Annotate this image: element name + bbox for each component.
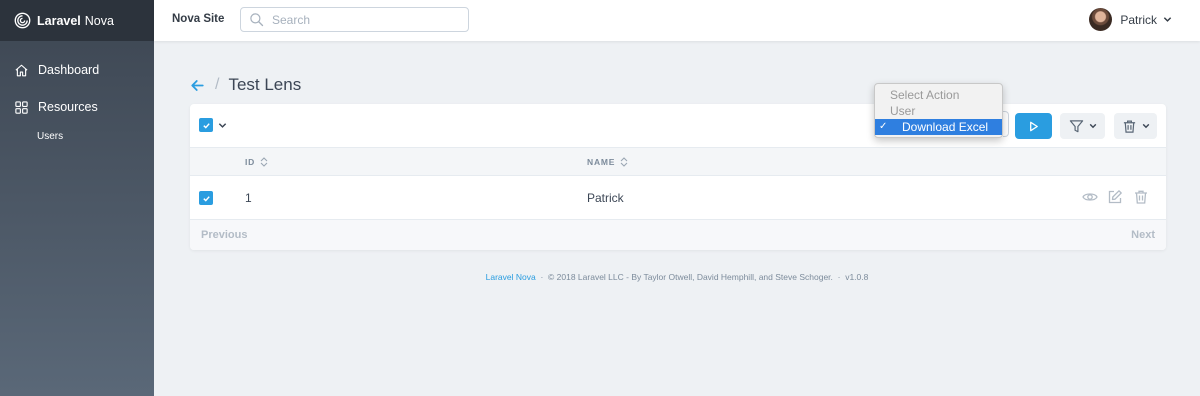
- chevron-down-icon: [1163, 17, 1172, 22]
- row-checkbox[interactable]: [199, 191, 213, 205]
- chevron-down-icon: [1089, 123, 1096, 129]
- action-select[interactable]: [1003, 111, 1009, 137]
- footer-dot: ·: [837, 272, 841, 282]
- play-icon: [1030, 121, 1038, 131]
- trash-icon: [1123, 120, 1135, 133]
- filter-icon: [1069, 119, 1083, 132]
- trash-icon[interactable]: [1133, 189, 1149, 205]
- user-menu[interactable]: Patrick: [1089, 8, 1172, 31]
- back-arrow-icon[interactable]: [190, 78, 205, 93]
- action-option-download-excel[interactable]: ✓ Download Excel: [875, 119, 1002, 135]
- footer-dot: ·: [540, 272, 544, 282]
- select-all-control[interactable]: [199, 118, 227, 132]
- cell-id[interactable]: 1: [245, 191, 252, 205]
- page-title: Test Lens: [228, 75, 302, 94]
- delete-menu-button[interactable]: [1114, 113, 1157, 139]
- search-input[interactable]: [272, 11, 462, 28]
- home-icon: [15, 64, 28, 76]
- chevron-down-icon: [1142, 123, 1149, 129]
- brand[interactable]: Laravel Nova: [0, 0, 154, 41]
- pagination: Previous Next: [190, 220, 1166, 250]
- sidebar-item-label: Dashboard: [38, 63, 100, 77]
- site-name[interactable]: Nova Site: [172, 13, 224, 25]
- breadcrumb-separator: /: [215, 76, 220, 93]
- global-search[interactable]: [240, 7, 469, 32]
- column-label: NAME: [587, 157, 616, 167]
- run-action-button[interactable]: [1015, 113, 1052, 139]
- previous-page-button[interactable]: Previous: [201, 229, 247, 241]
- checkmark-icon: ✓: [879, 121, 888, 132]
- table-header: ID NAME: [190, 147, 1166, 176]
- view-icon[interactable]: [1082, 189, 1098, 205]
- user-name: Patrick: [1120, 12, 1157, 27]
- top-header: Nova Site Patrick: [154, 0, 1200, 41]
- check-icon: [202, 195, 210, 202]
- footer-version: v1.0.8: [845, 272, 869, 282]
- check-icon: [202, 122, 210, 129]
- brand-name-bold: Laravel: [37, 13, 81, 28]
- resource-table-card: ID NAME 1 Patrick Previous Next: [190, 104, 1166, 250]
- avatar: [1089, 8, 1113, 31]
- sort-icon: [260, 157, 268, 167]
- select-all-checkbox[interactable]: [199, 118, 213, 132]
- filter-button[interactable]: [1060, 113, 1105, 139]
- column-label: ID: [245, 157, 256, 167]
- next-page-button[interactable]: Next: [1131, 229, 1155, 241]
- action-select-dropdown: Select Action User ✓ Download Excel: [874, 83, 1003, 138]
- nova-logo-icon: [14, 12, 31, 29]
- footer-nova-link[interactable]: Laravel Nova: [486, 272, 536, 282]
- search-icon: [250, 13, 264, 27]
- action-option-label: Download Excel: [902, 120, 989, 134]
- page-heading: / Test Lens: [190, 75, 301, 95]
- footer-copyright: © 2018 Laravel LLC - By Taylor Otwell, D…: [548, 272, 833, 282]
- brand-name-light: Nova: [84, 13, 114, 28]
- sidebar-item-dashboard[interactable]: Dashboard: [14, 60, 99, 80]
- cell-name: Patrick: [587, 191, 624, 205]
- table-row: 1 Patrick: [190, 176, 1166, 220]
- sidebar-item-resources[interactable]: Resources: [14, 97, 98, 117]
- sidebar-item-users[interactable]: Users: [37, 131, 63, 142]
- column-header-name[interactable]: NAME: [587, 157, 628, 167]
- sidebar-item-label: Resources: [38, 100, 98, 114]
- sidebar: Laravel Nova Dashboard Resources Users: [0, 0, 154, 396]
- footer: Laravel Nova · © 2018 Laravel LLC - By T…: [154, 272, 1200, 282]
- sort-icon: [620, 157, 628, 167]
- grid-icon: [15, 100, 28, 114]
- column-header-id[interactable]: ID: [245, 157, 268, 167]
- action-option-placeholder[interactable]: Select Action: [875, 87, 1002, 103]
- action-option-group-user: User: [890, 104, 916, 118]
- chevron-down-icon[interactable]: [218, 121, 227, 130]
- edit-icon[interactable]: [1107, 189, 1123, 205]
